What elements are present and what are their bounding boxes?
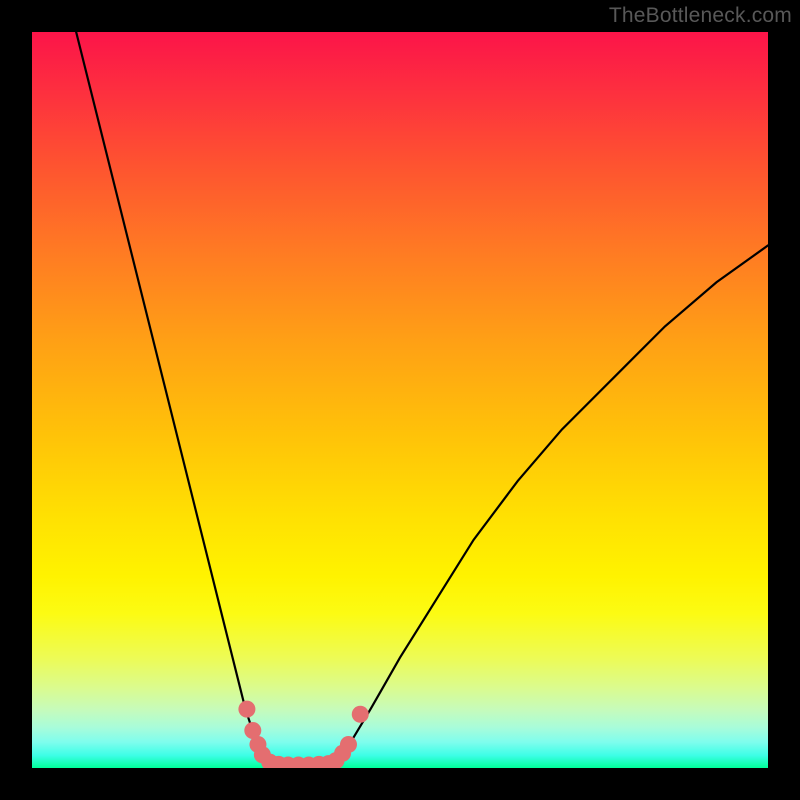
curve-lines <box>76 32 768 767</box>
bottleneck-curve <box>76 32 768 767</box>
marker-dots <box>238 701 368 768</box>
attribution-label: TheBottleneck.com <box>609 4 792 28</box>
marker-dot <box>340 736 357 753</box>
marker-dot <box>352 706 369 723</box>
marker-dot <box>238 701 255 718</box>
chart-svg <box>32 32 768 768</box>
chart-frame: TheBottleneck.com <box>0 0 800 800</box>
plot-area <box>32 32 768 768</box>
